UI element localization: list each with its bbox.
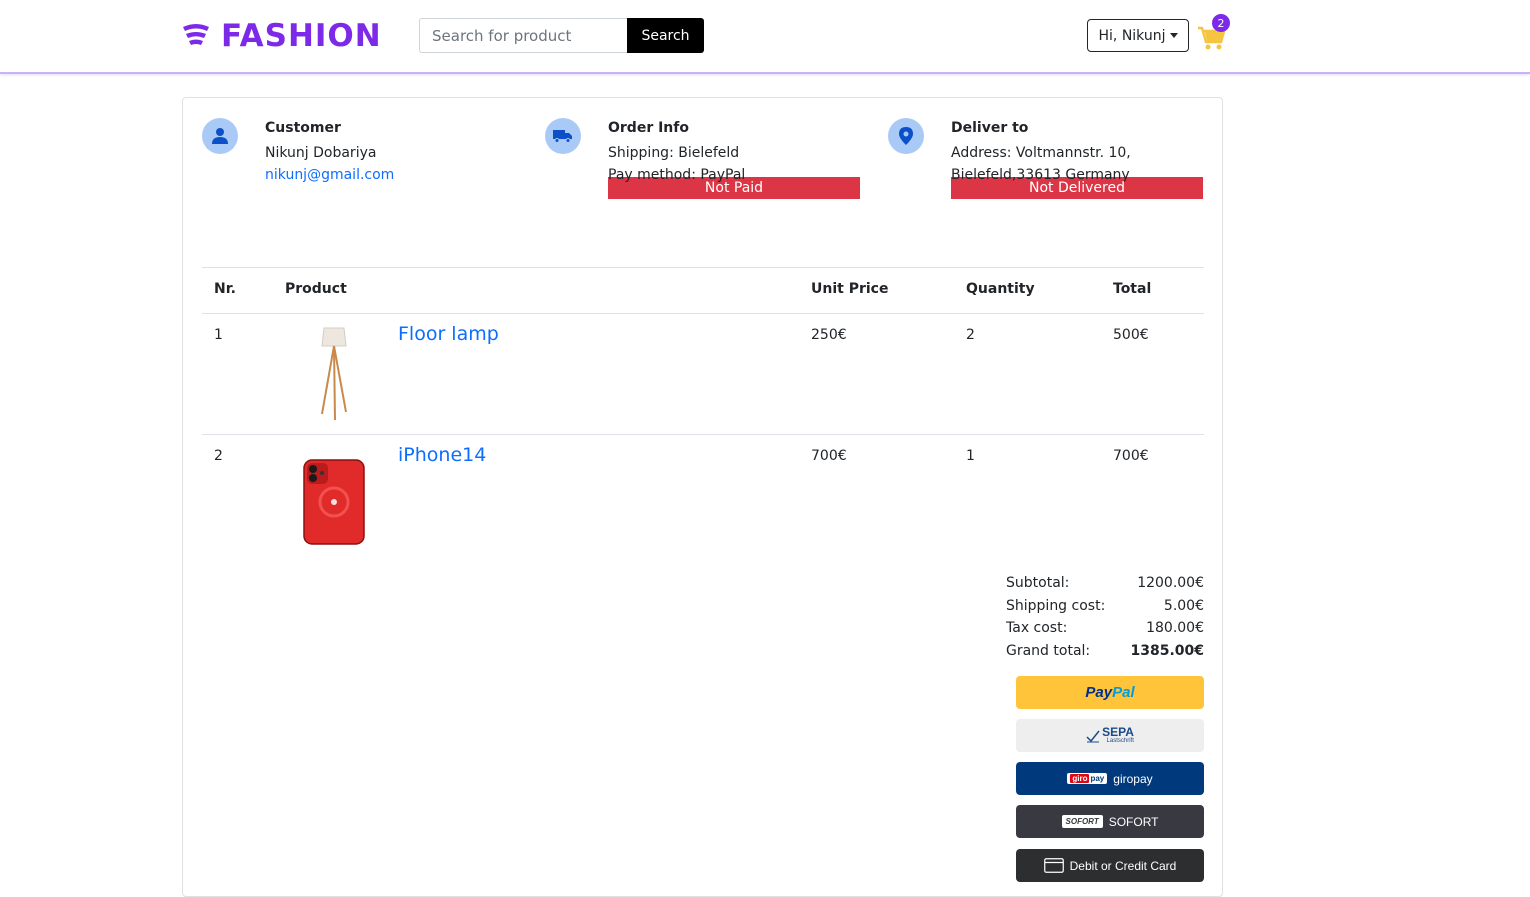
sofort-label: SOFORT [1108,814,1159,829]
user-greeting: Hi, Nikunj [1098,27,1166,44]
product-link-floor-lamp[interactable]: Floor lamp [398,323,499,345]
table-row: 2 iPhone14 700€ 1 700€ [202,435,1204,555]
brand-logo[interactable]: FASHION [181,18,382,54]
address-line-1: Address: Voltmannstr. 10, [951,145,1131,161]
card-payment-label: Debit or Credit Card [1069,858,1177,873]
row-total: 700€ [1113,448,1149,464]
row-total: 500€ [1113,327,1149,343]
col-nr: Nr. [214,281,236,297]
row-quantity: 2 [966,327,975,343]
giropay-label: giropay [1113,771,1153,786]
giropay-button[interactable]: giro pay giropay [1016,762,1204,795]
shipping-label: Shipping cost: [1006,597,1106,614]
paypal-logo: PayPal [1085,684,1135,701]
search-button[interactable]: Search [627,18,704,53]
giropay-logo: giro pay [1067,773,1108,784]
order-info-title: Order Info [608,120,689,136]
subtotal-value: 1200.00€ [1137,575,1204,591]
grand-total-label: Grand total: [1006,642,1091,659]
order-details-card: Customer Nikunj Dobariya nikunj@gmail.co… [182,97,1223,897]
tax-value: 180.00€ [1146,620,1204,636]
card-payment-button[interactable]: Debit or Credit Card [1016,849,1204,882]
user-dropdown-button[interactable]: Hi, Nikunj [1087,19,1189,52]
subtotal-label: Subtotal: [1006,575,1070,591]
floor-lamp-image[interactable] [316,326,352,422]
top-navbar: FASHION Search Hi, Nikunj 2 [0,0,1530,74]
wifi-logo-icon [183,24,209,45]
sepa-check-icon [1086,730,1100,742]
brand-name: FASHION [221,18,382,54]
sofort-logo: SOFORT [1061,815,1103,828]
shipping-value: 5.00€ [1163,597,1204,614]
row-unit-price: 250€ [811,327,847,343]
grand-total-row: Grand total: 1385.00€ [1006,640,1204,663]
tax-row: Tax cost: 180.00€ [1006,617,1204,640]
credit-card-icon [1043,858,1064,873]
col-quantity: Quantity [966,281,1035,297]
row-quantity: 1 [966,448,975,464]
cart-count-badge: 2 [1212,14,1230,32]
subtotal-row: Subtotal: 1200.00€ [1006,572,1204,595]
col-product: Product [285,281,347,297]
iphone-image[interactable] [303,459,365,545]
order-items-table: Nr. Product Unit Price Quantity Total 1 … [202,267,1204,555]
customer-name: Nikunj Dobariya [265,145,377,161]
deliver-to-title: Deliver to [951,120,1029,136]
order-totals: Subtotal: 1200.00€ Shipping cost: 5.00€ … [1006,572,1204,662]
table-row: 1 Floor lamp 250€ 2 500€ [202,314,1204,435]
sofort-button[interactable]: SOFORT SOFORT [1016,805,1204,838]
shipping-row: Shipping cost: 5.00€ [1006,595,1204,618]
col-total: Total [1113,281,1152,297]
row-nr: 1 [214,327,223,343]
customer-title: Customer [265,120,341,136]
truck-icon [545,118,581,154]
sepa-button[interactable]: SEPA Lastschrift [1016,719,1204,752]
shipping-city: Shipping: Bielefeld [608,145,740,161]
product-link-iphone14[interactable]: iPhone14 [398,444,486,466]
grand-total-value: 1385.00€ [1130,642,1204,659]
customer-email-link[interactable]: nikunj@gmail.com [265,167,394,183]
sepa-logo: SEPA Lastschrift [1086,726,1134,744]
col-unit-price: Unit Price [811,281,889,297]
search-bar: Search [419,18,704,53]
row-unit-price: 700€ [811,448,847,464]
paypal-button[interactable]: PayPal [1016,676,1204,709]
table-header: Nr. Product Unit Price Quantity Total [202,267,1204,314]
location-pin-icon [888,118,924,154]
row-nr: 2 [214,448,223,464]
caret-down-icon [1169,33,1178,38]
tax-label: Tax cost: [1006,620,1068,636]
user-icon [202,118,238,154]
search-input[interactable] [419,18,627,53]
